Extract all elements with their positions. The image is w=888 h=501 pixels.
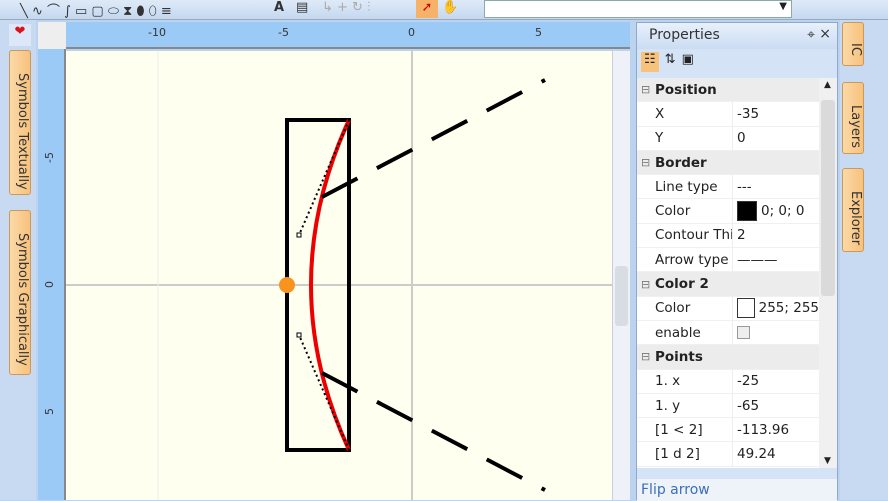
property-label: 1. x: [637, 369, 733, 393]
category-border[interactable]: ⊟ Border: [637, 150, 819, 176]
property-value[interactable]: 2: [737, 227, 746, 243]
text-icon[interactable]: A: [274, 0, 284, 18]
ruler-corner: [38, 22, 66, 49]
property-grid-scrollbar[interactable]: ▲ ▼: [819, 78, 837, 468]
toolbar-combo[interactable]: ▼: [484, 0, 792, 18]
property-label: Line type: [637, 175, 733, 199]
property-value[interactable]: ---: [737, 179, 752, 195]
control-handle[interactable]: [296, 232, 302, 238]
property-row[interactable]: enable: [637, 320, 819, 346]
drawing: [66, 51, 612, 500]
left-tab-strip: ❤ Symbols Textually Symbols Graphically: [0, 20, 36, 500]
category-points[interactable]: ⊟ Points: [637, 345, 819, 370]
property-value[interactable]: -35: [737, 106, 759, 122]
x-tick: -5: [278, 26, 289, 39]
property-label: [1 < 2]: [637, 418, 733, 442]
properties-toolbar: ☷ ⇅ ▣: [637, 49, 837, 75]
x-tick: 5: [535, 26, 542, 39]
sort-alpha-icon[interactable]: ⇅: [665, 52, 676, 72]
note-icon[interactable]: ▤: [296, 0, 308, 18]
tab-symbols-textually[interactable]: Symbols Textually: [9, 50, 31, 195]
property-value[interactable]: -65: [737, 398, 759, 414]
property-row[interactable]: [1 d 2] 49.24: [637, 442, 819, 467]
anchor-point[interactable]: [279, 277, 295, 293]
property-value[interactable]: 0; 0; 0: [761, 203, 804, 219]
property-grid: ⊟ Position X -35 Y 0 ⊟ Border Line type --- Color 0…: [637, 78, 819, 468]
tab-explorer[interactable]: Explorer: [842, 168, 864, 252]
property-label: Y: [637, 126, 733, 150]
dashed-line[interactable]: [321, 371, 546, 492]
property-value[interactable]: 255; 255: [759, 300, 819, 316]
property-row[interactable]: [1 < 2] -113.96: [637, 418, 819, 443]
favorites-heart-icon[interactable]: ❤: [9, 24, 31, 46]
property-row[interactable]: Y0: [637, 126, 819, 151]
property-label: Arrow type: [637, 248, 733, 272]
canvas-scrollbar[interactable]: [612, 51, 630, 500]
property-label: Color: [637, 199, 733, 223]
enable-checkbox[interactable]: [737, 326, 750, 340]
property-label: Color: [637, 296, 733, 320]
dashed-line[interactable]: [321, 78, 546, 199]
toolbar: ╲ ∿ ⌒ ∫ ▭ ▢ ⬭ ⧗ ⬮ ⬯ ≡ A ▤ ↳ + ↻ ⫶ ➚ ✋ ▼: [0, 0, 888, 20]
tab-ic[interactable]: IC: [842, 22, 864, 66]
drawing-canvas[interactable]: [66, 51, 612, 500]
property-row[interactable]: Contour Thi 2: [637, 223, 819, 249]
property-value[interactable]: 0: [737, 130, 746, 146]
property-value[interactable]: 49.24: [737, 446, 776, 462]
color-swatch[interactable]: [737, 298, 755, 319]
flip-arrow-link[interactable]: Flip arrow: [637, 479, 837, 501]
property-row[interactable]: 1. x -25: [637, 369, 819, 394]
property-pages-icon[interactable]: ▣: [682, 52, 694, 72]
line-icon[interactable]: ╲ ∿ ⌒ ∫ ▭ ▢ ⬭ ⧗ ⬮ ⬯ ≡: [20, 0, 172, 19]
color-swatch[interactable]: [737, 201, 757, 222]
category-position[interactable]: ⊟ Position: [637, 78, 819, 103]
property-label: Contour Thi: [637, 223, 733, 248]
y-tick: -5: [42, 152, 56, 163]
property-row[interactable]: Color 0; 0; 0: [637, 199, 819, 224]
y-tick: 5: [43, 408, 56, 415]
vertical-ruler: -5 0 5: [38, 49, 66, 500]
property-row[interactable]: Color 255; 255: [637, 296, 819, 321]
property-label: enable: [637, 320, 733, 345]
categorized-icon[interactable]: ☷: [641, 52, 659, 72]
control-handle[interactable]: [296, 332, 302, 338]
y-tick: 0: [43, 281, 56, 288]
collapse-icon[interactable]: ⊟: [641, 83, 655, 96]
properties-header: Properties ⌖ ×: [637, 23, 837, 49]
disabled-tools-icon: ↳ + ↻ ⫶: [322, 0, 371, 15]
hand-icon[interactable]: ✋: [442, 0, 458, 18]
collapse-icon[interactable]: ⊟: [641, 278, 655, 291]
x-tick: -10: [148, 26, 166, 39]
property-row[interactable]: 1. y -65: [637, 393, 819, 419]
tab-layers[interactable]: Layers: [842, 82, 864, 154]
property-label: 1. y: [637, 393, 733, 418]
x-tick: 0: [408, 26, 415, 39]
horizontal-ruler: -10 -5 0 5: [66, 22, 630, 49]
right-tab-strip: IC Layers Explorer: [840, 20, 888, 500]
property-value[interactable]: -25: [737, 373, 759, 389]
pin-icon[interactable]: ⌖: [807, 27, 815, 43]
property-row[interactable]: X -35: [637, 102, 819, 127]
category-color-2[interactable]: ⊟ Color 2: [637, 272, 819, 297]
property-value[interactable]: ———: [737, 252, 778, 268]
property-label: X: [637, 102, 733, 126]
property-row[interactable]: Line type ---: [637, 175, 819, 200]
properties-title: Properties: [649, 27, 720, 43]
property-row[interactable]: Arrow type ———: [637, 248, 819, 273]
collapse-icon[interactable]: ⊟: [641, 350, 655, 363]
properties-panel: Properties ⌖ × ☷ ⇅ ▣ ⊟ Position X -35 Y 0 ⊟ Bor…: [636, 22, 838, 501]
property-value[interactable]: -113.96: [737, 422, 789, 438]
tab-symbols-graphically[interactable]: Symbols Graphically: [9, 210, 31, 375]
collapse-icon[interactable]: ⊟: [641, 156, 655, 169]
property-label: [1 d 2]: [637, 442, 733, 466]
close-icon[interactable]: ×: [819, 26, 831, 42]
select-icon[interactable]: ➚: [416, 0, 438, 18]
